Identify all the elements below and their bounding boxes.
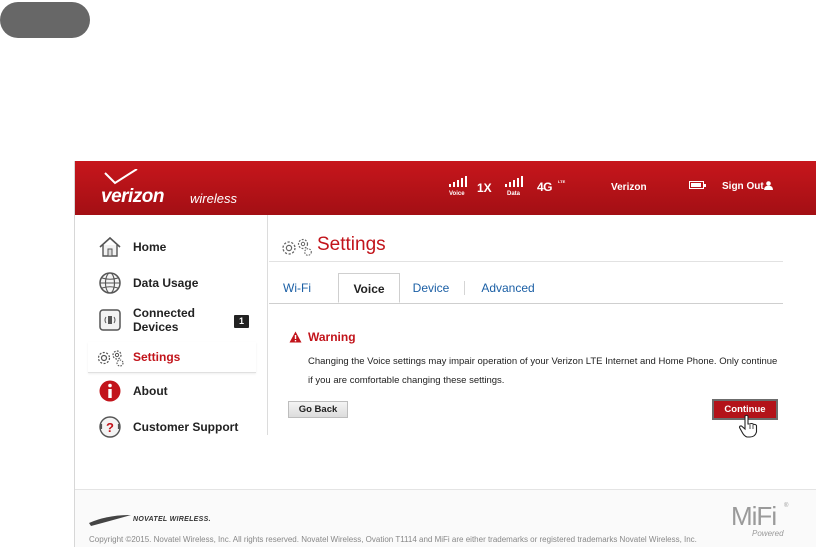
- page-title: Settings: [317, 234, 386, 255]
- home-icon: [99, 236, 121, 257]
- brand-sub: wireless: [190, 191, 237, 206]
- carrier-name: Verizon: [611, 182, 647, 193]
- sidebar-item-label: Data Usage: [133, 276, 199, 290]
- data-signal-icon: [505, 175, 525, 187]
- voice-label: Voice: [449, 191, 465, 197]
- novatel-logo: NOVATEL WIRELESS.: [87, 511, 217, 533]
- warning-message: Changing the Voice settings may impair o…: [308, 356, 778, 386]
- support-icon: ?: [99, 416, 121, 438]
- voice-tech: 1X: [477, 181, 492, 195]
- mifi-registered: ®: [784, 503, 789, 509]
- swoosh-icon: [89, 515, 131, 526]
- voice-signal-icon: [449, 175, 469, 187]
- data-tech-sup: LTE: [558, 179, 566, 184]
- sidebar-item-customer-support[interactable]: ? Customer Support: [88, 412, 256, 442]
- copyright-text: Copyright ©2015. Novatel Wireless, Inc. …: [89, 535, 697, 544]
- tab-voice[interactable]: Voice: [338, 273, 400, 303]
- tab-advanced[interactable]: Advanced: [473, 273, 543, 303]
- sidebar-item-label: About: [133, 384, 168, 398]
- header-bar: verizon wireless Voice 1X Data 4G LTE Ve…: [75, 161, 816, 215]
- sidebar-item-home[interactable]: Home: [88, 232, 256, 262]
- sidebar-item-data-usage[interactable]: Data Usage: [88, 268, 256, 298]
- mifi-admin-page: verizon wireless Voice 1X Data 4G LTE Ve…: [74, 161, 816, 547]
- globe-icon: [99, 272, 121, 294]
- brand-main: verizon: [101, 186, 165, 207]
- sidebar-item-label: Customer Support: [133, 420, 239, 434]
- settings-tabs: Wi-Fi Voice Device Advanced: [269, 273, 783, 304]
- tab-divider: [464, 281, 465, 295]
- title-divider: [269, 261, 783, 262]
- warning-icon: [289, 331, 302, 343]
- mifi-powered: Powered: [752, 529, 784, 538]
- data-tech: 4G: [537, 180, 553, 194]
- device-count-badge: 1: [234, 315, 249, 328]
- user-icon[interactable]: [764, 181, 773, 190]
- warning-title: Warning: [308, 330, 356, 344]
- sidebar-item-about[interactable]: About: [88, 376, 256, 406]
- device-icon: [99, 309, 121, 331]
- mifi-logo: MiFi ® Powered: [731, 501, 791, 541]
- sidebar-item-settings[interactable]: Settings: [88, 342, 256, 373]
- battery-icon: [689, 181, 706, 189]
- vendor-name: NOVATEL WIRELESS.: [133, 516, 211, 523]
- go-back-button[interactable]: Go Back: [288, 401, 348, 418]
- data-label: Data: [507, 191, 521, 197]
- settings-gears-icon: [282, 238, 312, 256]
- overlay-pill: [0, 2, 90, 38]
- tab-device[interactable]: Device: [406, 273, 456, 303]
- sidebar-item-label: Home: [133, 240, 167, 254]
- gears-icon: [97, 350, 124, 367]
- svg-text:?: ?: [106, 420, 114, 435]
- hand-cursor-icon: [738, 414, 758, 438]
- verizon-logo: verizon wireless: [101, 169, 241, 209]
- sidebar-nav: Home Data Usage Connected Devices 1 Sett…: [75, 215, 268, 438]
- info-icon: [99, 380, 121, 402]
- sidebar-item-connected-devices[interactable]: Connected Devices 1: [88, 305, 256, 337]
- sidebar-item-label: Settings: [133, 350, 181, 364]
- sidebar-item-label-line2: Devices: [133, 320, 179, 334]
- sidebar-item-label-line1: Connected: [133, 306, 196, 320]
- mifi-mark: MiFi: [731, 501, 777, 531]
- sign-out-link[interactable]: Sign Out: [722, 181, 764, 192]
- tab-wifi[interactable]: Wi-Fi: [275, 273, 319, 303]
